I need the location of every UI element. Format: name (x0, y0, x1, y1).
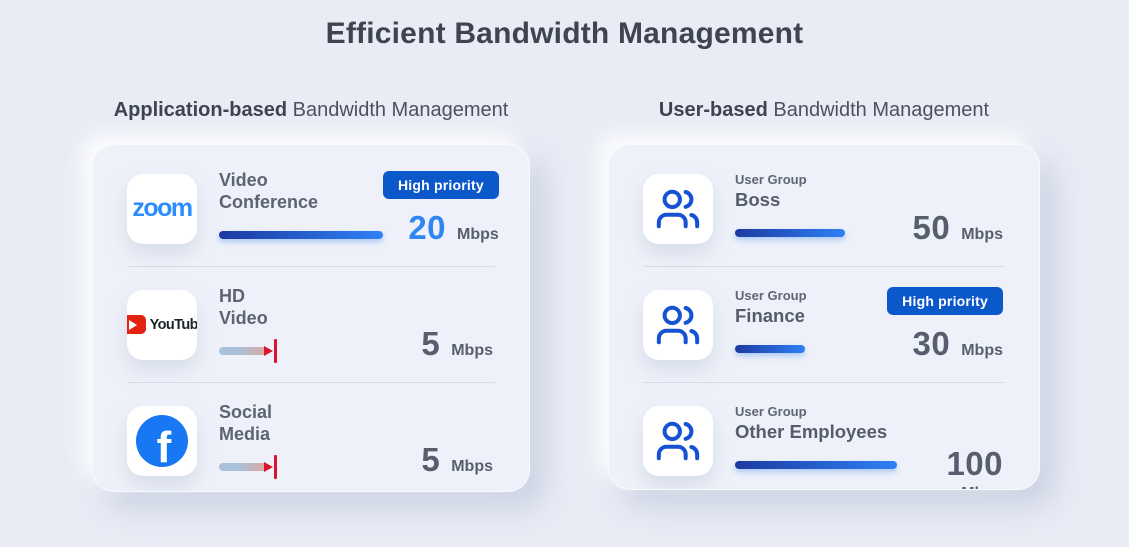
group-name: Other Employees (735, 421, 887, 443)
user-section: User-based Bandwidth Management User Gro… (608, 99, 1040, 490)
youtube-play-icon (127, 315, 146, 334)
bar-fill (735, 345, 805, 353)
app-label: Social Media (219, 402, 272, 444)
bar-fill (219, 463, 266, 471)
bandwidth-bar (735, 337, 805, 361)
value-number: 30 (913, 325, 951, 363)
application-heading: Application-based Bandwidth Management (92, 99, 530, 122)
zoom-wordmark: zoom (132, 194, 191, 223)
bar-fill (219, 347, 266, 355)
app-label-line1: HD (219, 286, 268, 307)
users-icon-svg (655, 186, 701, 232)
bar-fill (735, 461, 897, 469)
youtube-wordmark: YouTube (127, 315, 197, 334)
users-icon-svg (655, 418, 701, 464)
high-priority-badge: High priority (383, 171, 499, 199)
other-employees-stats: 100 Mbps (946, 379, 1003, 491)
users-icon-svg (655, 302, 701, 348)
limit-arrow-icon (264, 462, 273, 472)
page-title: Efficient Bandwidth Management (0, 17, 1129, 51)
value-number: 5 (421, 325, 440, 363)
app-label-line2: Media (219, 424, 272, 445)
app-label-line2: Video (219, 308, 268, 329)
bandwidth-bar (735, 453, 897, 477)
app-label-line1: Video (219, 170, 318, 191)
row-boss: User Group Boss 50 Mbps (609, 151, 1039, 266)
value-number: 20 (408, 209, 446, 247)
app-label: Video Conference (219, 170, 318, 212)
limit-line-icon (274, 455, 277, 479)
value-unit: Mbps (961, 342, 1003, 360)
boss-stats: 50 Mbps (913, 171, 1004, 247)
zoom-logo-icon: zoom (127, 174, 197, 244)
bandwidth-value: 100 Mbps (946, 445, 1003, 491)
limit-arrow-icon (264, 346, 273, 356)
user-group-kicker: User Group (735, 404, 807, 419)
row-finance: User Group Finance High priority 30 Mbps (609, 267, 1039, 382)
app-label-line2: Conference (219, 192, 318, 213)
facebook-f: f (157, 428, 172, 466)
group-name: Finance (735, 305, 805, 327)
social-media-info: Social Media (219, 402, 277, 478)
social-media-stats: 5 Mbps (421, 403, 493, 479)
application-heading-bold: Application-based (114, 99, 287, 121)
group-name: Boss (735, 189, 780, 211)
video-conference-stats: High priority 20 Mbps (383, 171, 499, 247)
app-label-line1: Social (219, 402, 272, 423)
application-heading-rest: Bandwidth Management (287, 99, 508, 121)
other-employees-info: User Group Other Employees (735, 404, 897, 477)
hd-video-info: HD Video (219, 286, 277, 362)
facebook-circle-icon: f (136, 415, 188, 467)
app-label: HD Video (219, 286, 268, 328)
high-priority-badge: High priority (887, 287, 1003, 315)
bandwidth-bar-limited (219, 455, 277, 479)
user-panel: User Group Boss 50 Mbps (608, 144, 1040, 490)
user-heading-rest: Bandwidth Management (768, 99, 989, 121)
bandwidth-bar (219, 223, 383, 247)
bandwidth-value: 30 Mbps (913, 325, 1004, 363)
value-number: 100 (946, 445, 1003, 483)
value-unit: Mbps (961, 485, 1003, 491)
user-heading-bold: User-based (659, 99, 768, 121)
youtube-logo-icon: YouTube (127, 290, 197, 360)
row-social-media: f Social Media 5 (93, 383, 529, 492)
users-icon (643, 290, 713, 360)
bandwidth-bar-limited (219, 339, 277, 363)
application-section: Application-based Bandwidth Management z… (92, 99, 530, 492)
bandwidth-value: 20 Mbps (408, 209, 499, 247)
user-group-kicker: User Group (735, 172, 807, 187)
application-panel: zoom Video Conference High priority 20 (92, 144, 530, 492)
youtube-text: YouTube (150, 317, 197, 333)
value-unit: Mbps (961, 226, 1003, 244)
user-group-kicker: User Group (735, 288, 807, 303)
bandwidth-value: 50 Mbps (913, 209, 1004, 247)
bar-fill (219, 231, 383, 239)
row-video-conference: zoom Video Conference High priority 20 (93, 151, 529, 266)
bandwidth-bar (735, 221, 845, 245)
facebook-logo-icon: f (127, 406, 197, 476)
value-number: 5 (421, 441, 440, 479)
value-unit: Mbps (457, 226, 499, 244)
video-conference-info: Video Conference (219, 170, 383, 246)
limit-line-icon (274, 339, 277, 363)
user-heading: User-based Bandwidth Management (608, 99, 1040, 122)
value-unit: Mbps (451, 458, 493, 476)
bar-fill (735, 229, 845, 237)
row-other-employees: User Group Other Employees 100 Mbps (609, 383, 1039, 490)
bandwidth-value: 5 Mbps (421, 325, 493, 363)
users-icon (643, 406, 713, 476)
finance-stats: High priority 30 Mbps (887, 287, 1003, 363)
finance-info: User Group Finance (735, 288, 807, 361)
value-unit: Mbps (451, 342, 493, 360)
bandwidth-value: 5 Mbps (421, 441, 493, 479)
row-hd-video: YouTube HD Video 5 (93, 267, 529, 382)
value-number: 50 (913, 209, 951, 247)
hd-video-stats: 5 Mbps (421, 287, 493, 363)
boss-info: User Group Boss (735, 172, 845, 245)
users-icon (643, 174, 713, 244)
